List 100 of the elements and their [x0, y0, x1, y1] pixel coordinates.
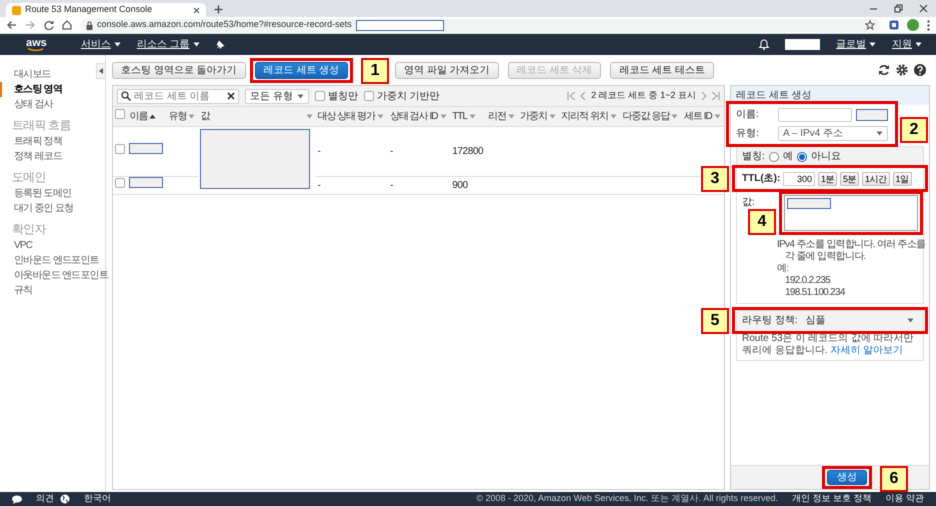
clear-icon[interactable] [227, 92, 235, 100]
toolbar-button[interactable]: 레코드 세트 테스트 [610, 62, 714, 78]
bell-icon[interactable] [759, 39, 769, 50]
create-button[interactable]: 생성 [827, 470, 867, 485]
caret-icon [610, 114, 617, 119]
ttl-preset-button[interactable]: 1일 [892, 172, 912, 186]
home-icon[interactable] [62, 20, 72, 30]
learn-more-link[interactable]: 자세히 알아보기 [830, 345, 904, 356]
field-label: TTL(초): [742, 172, 780, 186]
checkbox[interactable] [314, 91, 325, 101]
help-icon[interactable] [914, 64, 926, 76]
refresh-icon[interactable] [878, 64, 890, 76]
nav-menu[interactable]: 글로벌 [836, 37, 876, 52]
reload-icon[interactable] [44, 20, 54, 30]
section-heading: 트래픽 흐름 [11, 117, 71, 134]
restore-icon[interactable] [894, 4, 903, 13]
nav-menu[interactable]: 지원 [892, 37, 922, 52]
globe-icon[interactable] [60, 494, 70, 504]
close-icon[interactable] [919, 4, 928, 13]
redaction-box [856, 108, 888, 120]
menu-icon[interactable] [927, 20, 930, 30]
favicon-icon [12, 6, 21, 14]
radio-button[interactable] [796, 152, 807, 162]
column-header[interactable]: 값 [200, 108, 210, 124]
step-number-badge: 5 [701, 308, 729, 334]
star-icon[interactable] [865, 20, 875, 30]
url-text: console.aws.amazon.com/route53/home?#resource-record-sets [97, 18, 352, 32]
checkbox[interactable] [364, 91, 374, 101]
footer-link[interactable]: 개인 정보 보호 정책 [792, 492, 872, 506]
caret-icon [907, 318, 914, 323]
checkbox-label: 별칭만 [328, 90, 358, 104]
smile-icon [27, 48, 46, 52]
avatar-icon[interactable] [907, 19, 919, 31]
radio-button[interactable] [768, 152, 779, 162]
checkbox[interactable] [115, 108, 125, 119]
lock-icon [86, 20, 93, 30]
new-tab-icon[interactable] [214, 5, 223, 14]
table-cell: - [390, 180, 393, 191]
sidebar-item[interactable]: 트래픽 정책 [0, 134, 62, 149]
routing-policy-select[interactable]: 심플 [802, 313, 918, 328]
field-label: 라우팅 정책: [742, 314, 798, 328]
help-text: 예: [776, 263, 790, 275]
search-field[interactable]: 레코드 세트 이름 [117, 88, 239, 104]
sidebar-item[interactable]: 대시보드 [0, 67, 51, 82]
ttl-preset-button[interactable]: 1분 [818, 172, 838, 186]
help-text: 192.0.2.235 [784, 275, 832, 287]
sidebar-item[interactable]: 규칙 [0, 283, 32, 298]
nav-menu[interactable]: 서비스 [80, 37, 121, 52]
sidebar-item[interactable]: 호스팅 영역 [0, 82, 62, 97]
table-cell: - [390, 146, 393, 157]
step-number-badge: 6 [880, 466, 908, 492]
sort-arrow-icon[interactable] [149, 114, 156, 119]
sidebar-item[interactable]: VPC [0, 238, 32, 253]
close-icon[interactable] [193, 6, 200, 14]
sidebar-item[interactable]: 등록된 도메인 [0, 186, 72, 201]
checkbox[interactable] [115, 144, 125, 154]
sidebar-item[interactable]: 아웃바운드 엔드포인트 [0, 268, 108, 283]
extension-icon[interactable] [889, 20, 899, 30]
caret-icon [508, 114, 516, 119]
next-page-icon[interactable] [701, 92, 707, 100]
ttl-preset-button[interactable]: 5분 [840, 172, 860, 186]
highlight-frame [822, 466, 872, 489]
sidebar-item[interactable]: 대기 중인 요청 [0, 201, 74, 216]
collapse-button[interactable] [96, 63, 106, 79]
redaction-box [787, 198, 831, 209]
type-filter-select[interactable]: 모든 유형 [245, 88, 309, 104]
table-cell: 900 [452, 180, 468, 191]
back-icon[interactable] [6, 20, 17, 30]
footer-link[interactable]: 이용 약관 [885, 492, 924, 506]
toolbar-button[interactable]: 영역 파일 가져오기 [395, 62, 499, 78]
caret-icon [869, 42, 876, 47]
name-field[interactable] [778, 108, 852, 122]
logo-link[interactable]: aws [26, 38, 47, 52]
radio-label: 아니요 [810, 150, 841, 164]
caret-icon [377, 114, 384, 119]
language-link[interactable]: 한국어 [84, 492, 111, 506]
ttl-field[interactable]: 300 [783, 172, 815, 186]
radio-label: 예 [782, 150, 793, 164]
first-page-icon[interactable] [567, 92, 576, 100]
toolbar-button[interactable]: 레코드 세트 생성 [254, 62, 348, 78]
pin-icon[interactable] [216, 40, 225, 49]
field-label: 별칭: [742, 150, 765, 164]
speech-bubble-icon[interactable] [12, 494, 22, 504]
section-heading: 도메인 [11, 169, 46, 186]
type-select[interactable]: A – IPv4 주소 [778, 126, 888, 141]
nav-menu[interactable]: 리소스 그룹 [136, 37, 200, 52]
toolbar-button[interactable]: 호스팅 영역으로 돌아가기 [112, 62, 246, 78]
sidebar-item[interactable]: 정책 레코드 [0, 149, 62, 164]
browser-tab[interactable]: Route 53 Management Console [6, 3, 206, 17]
sidebar-item[interactable]: 상태 검사 [0, 97, 53, 112]
tab-title: Route 53 Management Console [25, 3, 154, 16]
caret-icon [296, 94, 304, 98]
checkbox[interactable] [115, 178, 125, 188]
ttl-preset-button[interactable]: 1시간 [862, 172, 890, 186]
help-text: IPv4 주소를 입력합니다. 여러 주소를 [776, 239, 923, 251]
last-page-icon[interactable] [712, 92, 720, 100]
previous-page-icon[interactable] [580, 92, 586, 100]
feedback-link[interactable]: 의견 [36, 492, 54, 506]
settings-icon[interactable] [896, 64, 908, 76]
sidebar-item[interactable]: 인바운드 엔드포인트 [0, 253, 99, 268]
